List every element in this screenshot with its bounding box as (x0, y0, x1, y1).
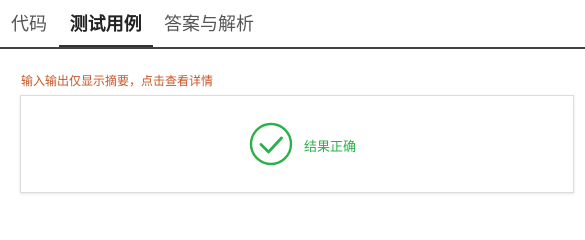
tab-code[interactable]: 代码 (11, 10, 47, 48)
test-cases-panel: 代码 测试用例 答案与解析 输入输出仅显示摘要，点击查看详情 结果正确 (0, 0, 585, 232)
tab-bar-divider (0, 47, 585, 49)
check-circle-icon (249, 122, 293, 166)
result-card: 结果正确 (20, 95, 574, 193)
tab-bar: 代码 测试用例 答案与解析 (0, 0, 585, 49)
result-status-text: 结果正确 (304, 140, 357, 155)
summary-notice: 输入输出仅显示摘要，点击查看详情 (21, 74, 214, 88)
tab-test-cases[interactable]: 测试用例 (59, 10, 153, 48)
tab-answer-analysis[interactable]: 答案与解析 (164, 10, 254, 48)
